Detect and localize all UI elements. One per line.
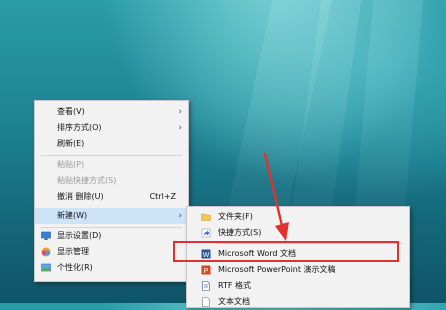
menu-separator	[41, 155, 182, 156]
svg-text:P: P	[204, 268, 209, 275]
menu-item-new[interactable]: 新建(W) ›	[35, 208, 188, 224]
menu-item-sort-by[interactable]: 排序方式(O) ›	[35, 120, 188, 136]
menu-item-undo-delete[interactable]: 撤消 删除(U) Ctrl+Z	[35, 189, 188, 205]
submenu-item-text-document[interactable]: 文本文档	[187, 294, 409, 310]
shortcut-icon	[201, 228, 211, 238]
submenu-item-rtf[interactable]: RTF 格式	[187, 278, 409, 294]
menu-item-label: Microsoft PowerPoint 演示文稿	[218, 265, 336, 274]
menu-item-label: RTF 格式	[218, 281, 252, 290]
menu-item-display-manager[interactable]: 显示管理	[35, 244, 188, 260]
menu-item-label: 文件夹(F)	[218, 212, 253, 221]
menu-item-refresh[interactable]: 刷新(E)	[35, 136, 188, 152]
chevron-right-icon: ›	[178, 123, 182, 133]
menu-item-label: 排序方式(O)	[57, 123, 102, 132]
menu-item-view[interactable]: 查看(V) ›	[35, 104, 188, 120]
menu-item-display-settings[interactable]: 显示设置(D)	[35, 228, 188, 244]
menu-item-label: 新建(W)	[57, 211, 88, 220]
menu-item-label: 查看(V)	[57, 107, 85, 116]
desktop-context-menu: 查看(V) › 排序方式(O) › 刷新(E) 粘贴(P) 粘贴快捷方式(S) …	[34, 100, 189, 282]
text-document-icon	[202, 297, 210, 307]
folder-icon	[201, 213, 211, 221]
submenu-item-powerpoint[interactable]: P Microsoft PowerPoint 演示文稿	[187, 262, 409, 278]
chevron-right-icon: ›	[178, 107, 182, 117]
menu-item-label: 粘贴(P)	[57, 160, 85, 169]
menu-item-label: 粘贴快捷方式(S)	[57, 176, 117, 185]
personalize-icon	[41, 263, 51, 272]
menu-item-label: 个性化(R)	[57, 263, 93, 272]
submenu-item-folder[interactable]: 文件夹(F)	[187, 209, 409, 225]
menu-item-label: 刷新(E)	[57, 139, 85, 148]
menu-item-label: 撤消 删除(U)	[57, 192, 104, 201]
display-manager-icon	[41, 247, 51, 257]
menu-item-label: 显示管理	[57, 247, 89, 256]
chevron-right-icon: ›	[178, 211, 182, 221]
powerpoint-icon: P	[201, 265, 211, 275]
menu-item-label: 显示设置(D)	[57, 231, 102, 240]
annotation-arrow-icon	[263, 152, 289, 241]
menu-item-paste-shortcut[interactable]: 粘贴快捷方式(S)	[35, 173, 188, 189]
shortcut-label: Ctrl+Z	[149, 192, 176, 201]
menu-item-personalize[interactable]: 个性化(R)	[35, 260, 188, 276]
rtf-document-icon	[202, 281, 210, 291]
menu-item-paste[interactable]: 粘贴(P)	[35, 157, 188, 173]
display-icon	[41, 231, 51, 240]
submenu-item-shortcut[interactable]: 快捷方式(S)	[187, 225, 409, 241]
menu-item-label: 文本文档	[218, 297, 250, 306]
